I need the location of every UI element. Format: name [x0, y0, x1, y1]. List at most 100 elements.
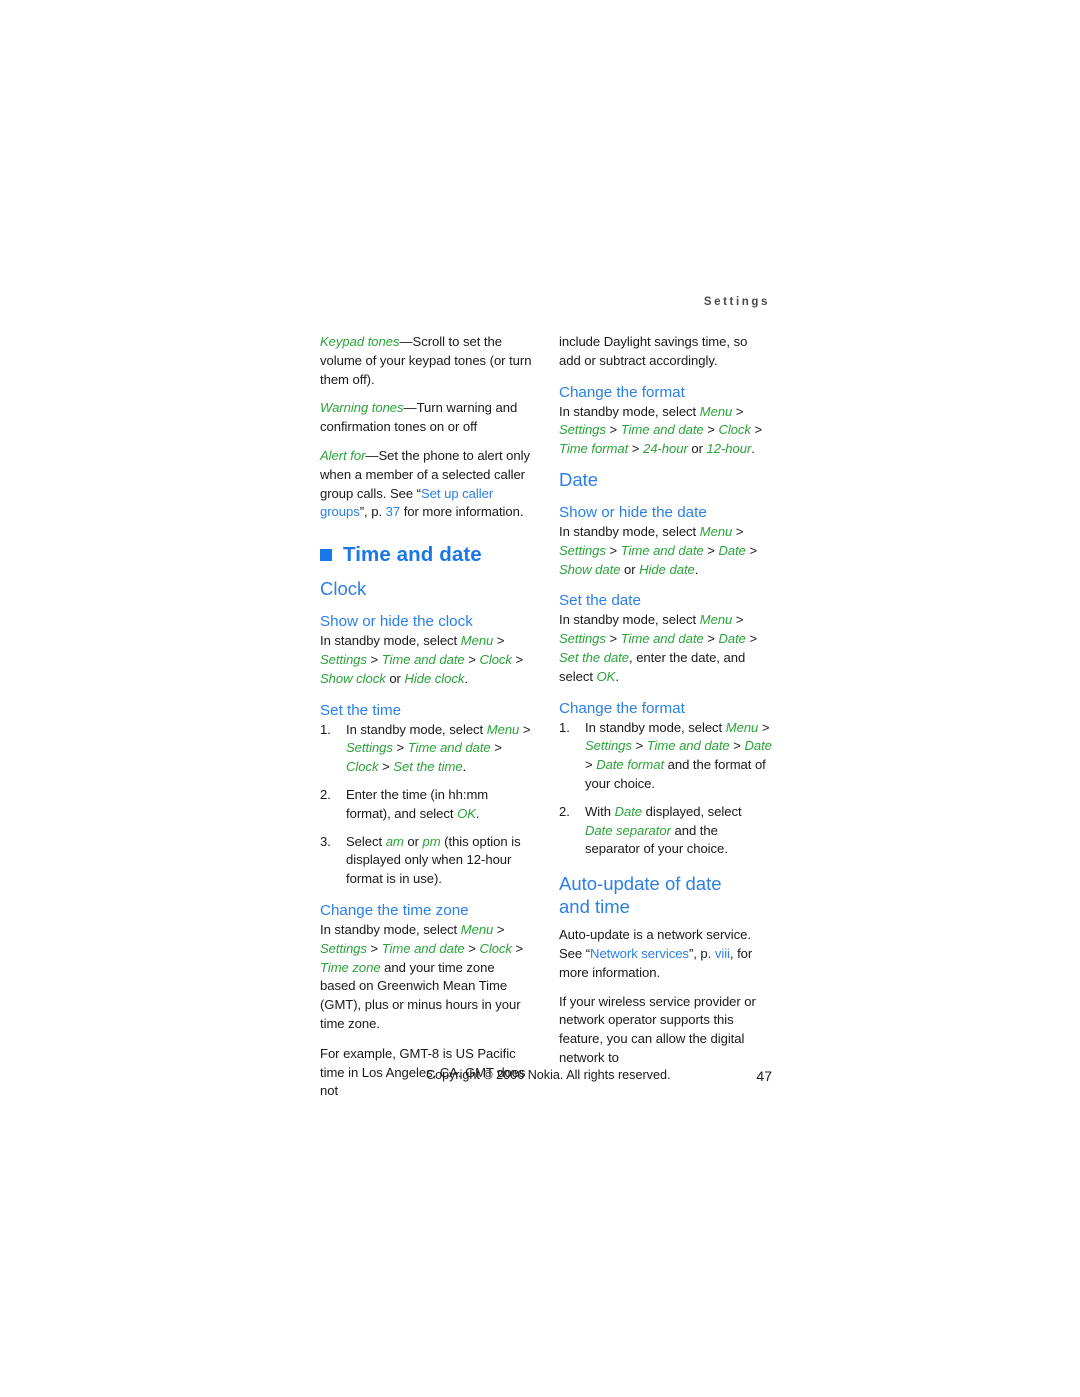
text-lead: In standby mode, select	[346, 721, 487, 737]
subsection-heading-date: Date	[559, 468, 599, 490]
paragraph-show-or-hide-the-date: In standby mode, select Menu > Settings …	[559, 523, 772, 579]
menu-menu: Menu	[725, 719, 759, 735]
link-network-services[interactable]: Network services	[590, 946, 689, 961]
text-sep: >	[464, 940, 480, 956]
page-footer: Copyright © 2006 Nokia. All rights reser…	[320, 1068, 772, 1088]
text-sep: >	[745, 542, 758, 558]
two-column-body: Keypad tones—Scroll to set the volume of…	[320, 333, 772, 1098]
heading-change-the-format-date: Change the format	[559, 699, 685, 717]
paragraph-show-or-hide-the-clock: In standby mode, select Menu > Settings …	[320, 632, 533, 688]
menu-time-and-date: Time and date	[381, 651, 465, 667]
steps-change-the-format-date: In standby mode, select Menu > Settings …	[559, 719, 772, 860]
text-sep: >	[366, 940, 382, 956]
menu-menu: Menu	[699, 612, 733, 628]
text-lead: In standby mode, select	[320, 921, 461, 937]
paragraph-auto-update-network-service: Auto-update is a network service. See “N…	[559, 926, 772, 982]
text-sep: >	[703, 542, 719, 558]
menu-time-and-date: Time and date	[620, 631, 704, 647]
link-page-37[interactable]: 37	[386, 504, 401, 519]
menu-clock: Clock	[346, 759, 379, 775]
text-sep: >	[703, 422, 719, 438]
text-sep: >	[628, 441, 643, 457]
text-lead: In standby mode, select	[559, 403, 700, 419]
menu-date-format: Date format	[596, 757, 665, 773]
text-or: or	[403, 833, 423, 849]
menu-settings: Settings	[346, 740, 393, 756]
text-sep: >	[605, 542, 621, 558]
text-sep: >	[750, 422, 763, 438]
term-keypad-tones: Keypad tones	[320, 334, 400, 349]
step-item: In standby mode, select Menu > Settings …	[559, 719, 772, 794]
text-sep: >	[758, 719, 770, 735]
text-mid: displayed, select	[642, 803, 742, 819]
text-sep: >	[464, 651, 480, 667]
text-sep: >	[732, 612, 744, 628]
menu-time-and-date: Time and date	[620, 542, 704, 558]
heading-set-the-time: Set the time	[320, 701, 402, 719]
menu-clock: Clock	[718, 422, 751, 438]
steps-set-the-time: In standby mode, select Menu > Settings …	[320, 721, 533, 889]
heading-show-or-hide-the-clock: Show or hide the clock	[320, 613, 473, 631]
menu-ok: OK	[457, 805, 476, 821]
menu-show-clock: Show clock	[320, 670, 386, 686]
menu-menu: Menu	[460, 633, 494, 649]
menu-clock: Clock	[479, 940, 512, 956]
heading-change-the-format-time: Change the format	[559, 383, 685, 401]
text-lead: With	[585, 803, 615, 819]
link-page-viii[interactable]: viii	[715, 946, 730, 961]
text-sep: >	[366, 651, 382, 667]
menu-time-and-date: Time and date	[620, 422, 704, 438]
text-alert-for-body-2: ”, p.	[359, 504, 386, 520]
term-warning-tones: Warning tones	[320, 400, 404, 416]
section-heading-time-and-date-label: Time and date	[343, 543, 482, 567]
text-sep: >	[493, 921, 505, 937]
text-period: .	[462, 759, 467, 775]
text-or: or	[385, 670, 405, 686]
menu-settings: Settings	[559, 631, 606, 647]
menu-set-the-time: Set the time	[393, 759, 463, 775]
text-sep: >	[732, 403, 744, 419]
running-header: Settings	[703, 296, 770, 308]
paragraph-keypad-tones: Keypad tones—Scroll to set the volume of…	[320, 333, 533, 389]
heading-set-the-date: Set the date	[559, 592, 641, 610]
copyright-notice: Copyright © 2006 Nokia. All rights reser…	[426, 1068, 671, 1082]
text-period: .	[464, 670, 468, 686]
text-or: or	[687, 441, 707, 457]
text-sep: >	[511, 651, 524, 667]
text-sep: >	[729, 738, 745, 754]
menu-am: am	[385, 833, 404, 849]
menu-menu: Menu	[699, 523, 733, 539]
text-lead: In standby mode, select	[585, 719, 726, 735]
menu-hide-date: Hide date	[639, 561, 695, 577]
menu-menu: Menu	[486, 721, 520, 737]
heading-change-the-time-zone: Change the time zone	[320, 901, 469, 919]
left-column: Keypad tones—Scroll to set the volume of…	[320, 333, 533, 1098]
text-sep: >	[745, 631, 758, 647]
menu-set-the-date: Set the date	[559, 649, 630, 665]
text-or: or	[620, 561, 640, 577]
menu-time-and-date: Time and date	[381, 940, 465, 956]
text-period: .	[615, 668, 619, 684]
menu-menu: Menu	[699, 403, 733, 419]
menu-time-format: Time format	[559, 441, 629, 457]
text-sep: >	[519, 721, 531, 737]
text-mid: ”, p.	[688, 945, 715, 961]
paragraph-change-the-time-zone: In standby mode, select Menu > Settings …	[320, 921, 533, 1034]
bullet-square-icon	[320, 549, 332, 562]
menu-date: Date	[744, 738, 772, 754]
section-heading-time-and-date: Time and date	[320, 543, 533, 567]
page-number: 47	[756, 1068, 772, 1084]
text-sep: >	[585, 757, 597, 773]
text-lead: In standby mode, select	[559, 612, 700, 628]
step-item: With Date displayed, select Date separat…	[559, 803, 772, 859]
text-period: .	[751, 441, 755, 457]
text-sep: >	[703, 631, 719, 647]
menu-pm: pm	[422, 833, 441, 849]
menu-settings: Settings	[559, 422, 606, 438]
menu-hide-clock: Hide clock	[404, 670, 465, 686]
menu-clock: Clock	[479, 651, 512, 667]
menu-settings: Settings	[585, 738, 632, 754]
paragraph-change-the-format-time: In standby mode, select Menu > Settings …	[559, 403, 772, 459]
menu-24-hour: 24-hour	[642, 441, 688, 457]
menu-settings: Settings	[559, 542, 606, 558]
